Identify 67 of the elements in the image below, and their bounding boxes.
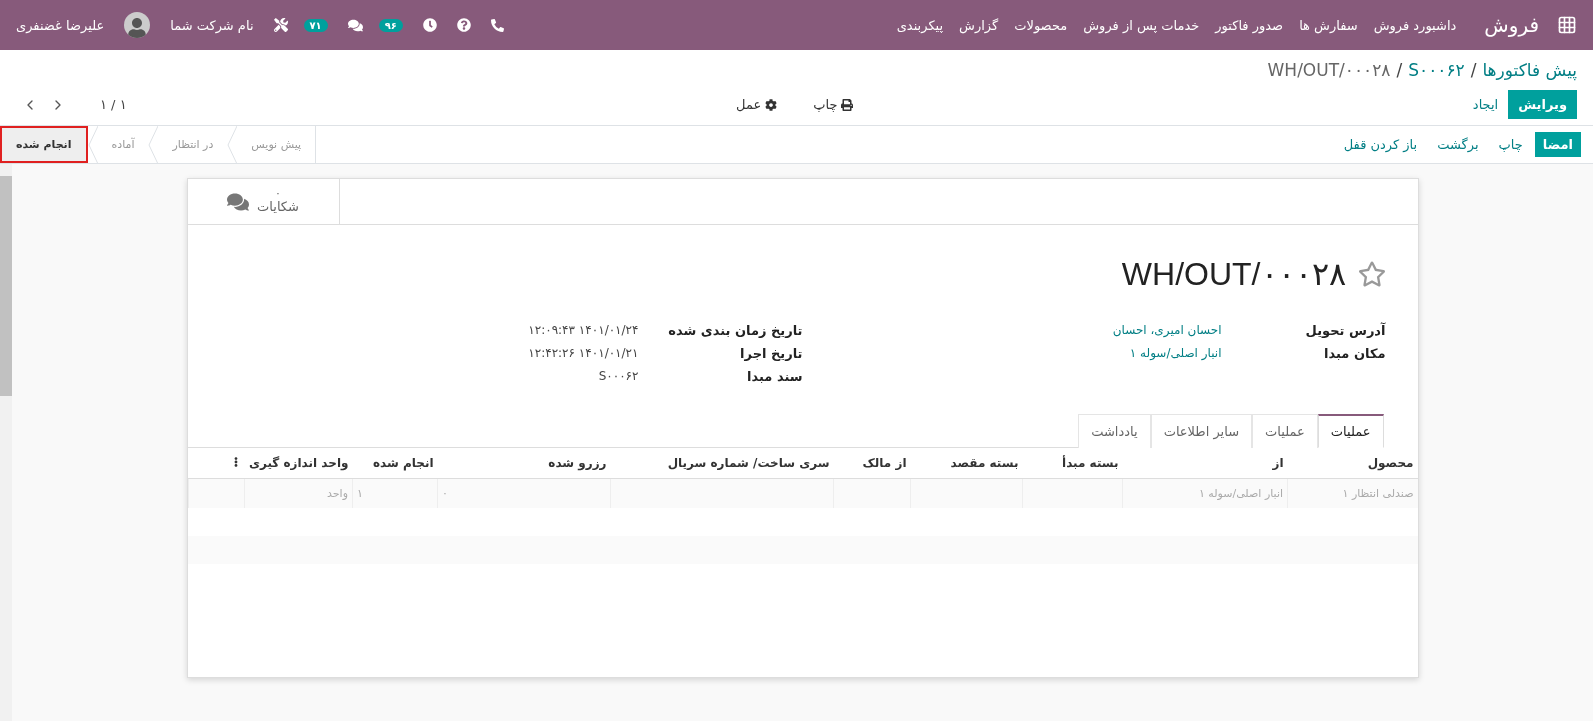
chat-icon[interactable] [347, 17, 363, 33]
create-button[interactable]: ایجاد [1462, 90, 1509, 119]
print-button[interactable]: چاپ [807, 96, 860, 113]
clock-icon[interactable] [422, 18, 437, 32]
menu-item[interactable]: خدمات پس از فروش [1083, 17, 1200, 33]
column-header[interactable]: از مالک [833, 448, 911, 479]
notebook-tab[interactable]: عملیات [1317, 414, 1384, 448]
action-button[interactable]: عمل [730, 96, 784, 113]
status-action-button[interactable]: باز کردن قفل [1335, 132, 1426, 157]
complaints-button[interactable]: ۰ شکایات [187, 179, 340, 224]
breadcrumb-link[interactable]: پیش فاکتورها [1482, 60, 1577, 80]
breadcrumb-current[interactable]: WH/OUT/۰۰۰۲۸ [1267, 60, 1391, 80]
status-action-button[interactable]: چاپ [1490, 132, 1531, 157]
menu-item[interactable]: صدور فاکتور [1215, 17, 1284, 33]
apps-grid-icon[interactable] [1557, 15, 1577, 35]
breadcrumb-separator: / [1396, 60, 1403, 80]
field-link[interactable]: احسان امیری، احسان [802, 323, 1222, 338]
notebook-tab[interactable]: عملیات [1252, 414, 1318, 448]
field-label: آدرس تحویل [1304, 323, 1386, 338]
field-text: ۱۴۰۱/۰۱/۲۴ ۱۲:۰۹:۴۳ [527, 323, 639, 338]
table-cell: صندلی انتظار ۱ [1342, 487, 1414, 500]
field-text: ۱۴۰۱/۰۱/۲۱ ۱۲:۴۲:۲۶ [527, 346, 639, 361]
field-label: تاریخ زمان بندی شده [667, 323, 803, 338]
field-link[interactable]: انبار اصلی/سوله ۱ [802, 346, 1222, 361]
status-action-button[interactable]: برگشت [1429, 132, 1487, 157]
menu-item[interactable]: گزارش [959, 17, 999, 33]
column-header[interactable]: رزرو شده [437, 448, 611, 479]
pager-value: ۱ / ۱ [100, 97, 127, 112]
avatar-silhouette[interactable] [124, 12, 151, 38]
column-header[interactable]: بسته مبدأ [1022, 448, 1123, 479]
notebook-tab[interactable]: سایر اطلاعات [1150, 414, 1253, 448]
gear-icon [765, 98, 778, 111]
record-title: WH/OUT/۰۰۰۲۸ [1121, 255, 1346, 293]
menu-item[interactable]: پیکربندی [896, 17, 944, 33]
column-header[interactable]: سری ساخت/ شماره سریال [610, 448, 834, 479]
help-icon[interactable] [456, 18, 471, 32]
table-cell: انبار اصلی/سوله ۱ [1198, 487, 1283, 500]
breadcrumb-link[interactable]: S۰۰۰۶۲ [1408, 60, 1465, 80]
menu-item[interactable]: داشبورد فروش [1373, 17, 1457, 33]
app-title: فروش [1484, 13, 1539, 37]
notebook-tab[interactable]: یادداشت [1078, 414, 1151, 448]
tools-icon[interactable] [273, 18, 288, 32]
star-icon[interactable] [1357, 260, 1386, 288]
activity-count: ۹۶ [378, 18, 403, 32]
status-action-button[interactable]: امضا [1534, 132, 1581, 157]
phone-icon[interactable] [490, 18, 504, 32]
field-label: مکان مبدا [1323, 346, 1386, 361]
field-label: سند مبدا [746, 369, 803, 384]
edit-button[interactable]: ویرایش [1508, 90, 1577, 119]
company-name[interactable]: نام شرکت شما [170, 17, 254, 33]
stage-step[interactable]: انجام شده [0, 126, 88, 163]
column-header[interactable]: از [1122, 448, 1288, 479]
breadcrumb-separator: / [1470, 60, 1477, 80]
menu-item[interactable]: محصولات [1014, 17, 1068, 33]
column-header[interactable]: بسته مقصد [910, 448, 1023, 479]
menu-item[interactable]: سفارش ها [1299, 17, 1358, 33]
column-header[interactable]: انجام شده [352, 448, 438, 479]
table-cell: ۱ [357, 487, 363, 500]
field-label: تاریخ اجرا [739, 346, 803, 361]
message-count: ۷۱ [303, 18, 328, 32]
user-name[interactable]: علیرضا غضنفری [16, 17, 105, 33]
scrollbar[interactable] [0, 164, 12, 721]
printer-icon [841, 98, 854, 111]
table-cell: واحد [327, 487, 348, 500]
field-text: S۰۰۰۶۲ [597, 369, 639, 384]
column-header[interactable]: محصول [1287, 448, 1418, 479]
column-header[interactable]: واحد اندازه گیری [245, 448, 353, 479]
